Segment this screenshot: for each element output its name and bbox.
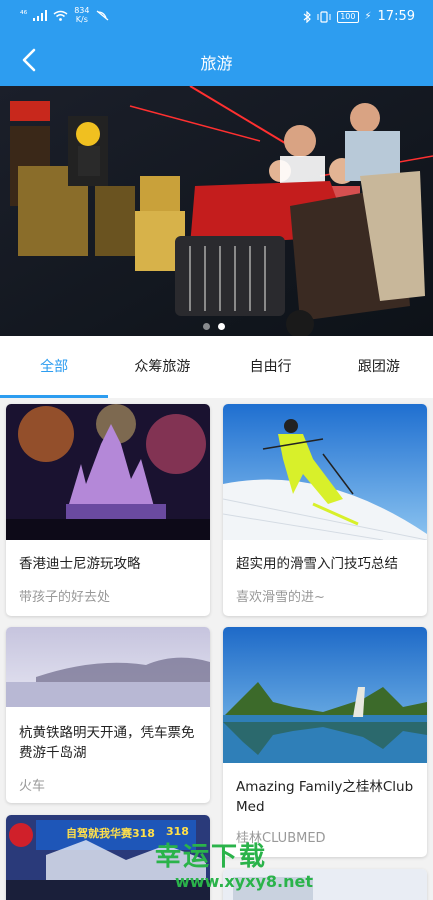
card-title: 香港迪士尼游玩攻略 bbox=[19, 556, 141, 572]
signal-icon: ⁴⁶ bbox=[20, 10, 28, 20]
card-subtitle: 火车 bbox=[19, 779, 46, 794]
card-subtitle: 带孩子的好去处 bbox=[19, 590, 111, 605]
article-card[interactable]: 超实用的滑雪入门技巧总结 喜欢滑雪的进~ bbox=[223, 404, 427, 616]
skier-image bbox=[223, 404, 427, 540]
category-tabs: 全部 众筹旅游 自由行 跟团游 bbox=[0, 336, 433, 398]
page-title: 旅游 bbox=[200, 54, 233, 73]
watermark-url: www.xyxy8.net bbox=[175, 872, 313, 891]
card-image bbox=[223, 627, 427, 763]
wifi-icon bbox=[53, 10, 68, 21]
status-time: 17:59 bbox=[377, 9, 415, 24]
tab-group-tour[interactable]: 跟团游 bbox=[325, 336, 433, 398]
tab-crowdfunding-travel[interactable]: 众筹旅游 bbox=[108, 336, 216, 398]
battery-icon: 100 bbox=[337, 10, 359, 23]
watermark-text: 幸运下载 bbox=[155, 842, 268, 872]
article-card[interactable]: 杭黄铁路明天开通，凭车票免费游千岛湖 火车 bbox=[6, 627, 210, 803]
charging-icon: ⚡ bbox=[364, 11, 372, 22]
article-card[interactable]: 香港迪士尼游玩攻略 带孩子的好去处 bbox=[6, 404, 210, 616]
carousel-dot-active[interactable] bbox=[218, 323, 225, 330]
card-image bbox=[6, 627, 210, 707]
tab-independent-travel[interactable]: 自由行 bbox=[217, 336, 325, 398]
network-speed: 834 K/s bbox=[74, 6, 90, 24]
tab-all[interactable]: 全部 bbox=[0, 336, 109, 398]
carousel-indicator bbox=[203, 323, 225, 330]
do-not-disturb-icon bbox=[96, 9, 108, 21]
guilin-image bbox=[223, 627, 427, 763]
status-bar: ⁴⁶ 834 K/s 100 ⚡ 17:59 bbox=[0, 0, 433, 34]
card-title: 杭黄铁路明天开通，凭车票免费游千岛湖 bbox=[19, 725, 195, 761]
lake-image bbox=[6, 627, 210, 707]
cellular-signal-icon bbox=[33, 9, 48, 21]
card-title: 超实用的滑雪入门技巧总结 bbox=[236, 556, 398, 572]
card-image bbox=[6, 404, 210, 540]
article-card[interactable]: Amazing Family之桂林Club Med 桂林CLUBMED bbox=[223, 627, 427, 857]
card-subtitle: 喜欢滑雪的进~ bbox=[236, 590, 325, 605]
nav-bar: 旅游 bbox=[0, 34, 433, 86]
banner-carousel[interactable] bbox=[0, 86, 433, 336]
card-image bbox=[223, 404, 427, 540]
vibrate-icon bbox=[317, 10, 331, 23]
banner-image bbox=[0, 86, 433, 336]
poster-title: 自驾就我华赛318 bbox=[66, 827, 155, 840]
bluetooth-icon bbox=[303, 10, 312, 23]
castle-image bbox=[6, 404, 210, 540]
carousel-dot[interactable] bbox=[203, 323, 210, 330]
card-title: Amazing Family之桂林Club Med bbox=[236, 779, 414, 815]
